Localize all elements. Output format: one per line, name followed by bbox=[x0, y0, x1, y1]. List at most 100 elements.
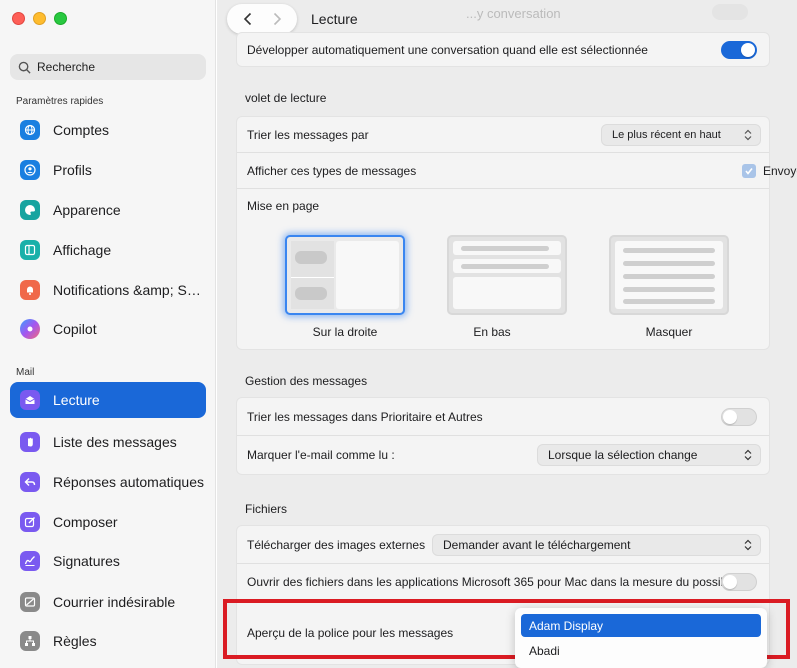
font-option-abadi[interactable]: Abadi bbox=[521, 639, 761, 662]
sort-select[interactable]: Le plus récent en haut bbox=[601, 123, 761, 146]
sidebar-item-lecture[interactable]: Lecture bbox=[10, 382, 206, 418]
envelope-open-icon bbox=[20, 390, 40, 410]
auto-expand-label: Développer automatiquement une conversat… bbox=[247, 43, 648, 57]
sidebar-item-label: Copilot bbox=[53, 321, 97, 337]
download-label: Télécharger des images externes bbox=[247, 537, 426, 552]
show-types-label: Afficher ces types de messages bbox=[247, 163, 417, 178]
sent-checkbox[interactable] bbox=[742, 164, 756, 178]
message-mgmt-section-title: Gestion des messages bbox=[245, 374, 368, 388]
download-value: Demander avant le téléchargement bbox=[443, 537, 631, 552]
palette-icon bbox=[20, 200, 40, 220]
layout-hide-thumbnail bbox=[609, 235, 729, 315]
sidebar-item-label: Liste des messages bbox=[53, 434, 177, 450]
reply-icon bbox=[20, 472, 40, 492]
hand-icon bbox=[20, 432, 40, 452]
layout-picker: Mise en page Sur la droite En bas Masque… bbox=[237, 189, 769, 349]
junk-icon bbox=[20, 592, 40, 612]
layout-right-label: Sur la droite bbox=[312, 325, 378, 339]
focused-label: Trier les messages dans Prioritaire et A… bbox=[247, 409, 483, 424]
sidebar-item-label: Règles bbox=[53, 633, 97, 649]
layout-option-right[interactable]: Sur la droite bbox=[285, 235, 405, 339]
sidebar-item-liste-messages[interactable]: Liste des messages bbox=[10, 424, 206, 460]
section-label-mail: Mail bbox=[16, 367, 35, 378]
layout-right-thumbnail bbox=[285, 235, 405, 315]
open-files-row: Ouvrir des fichiers dans les application… bbox=[237, 564, 769, 600]
sent-checkbox-label: Envoyé bbox=[763, 164, 797, 178]
minimize-window-button[interactable] bbox=[33, 12, 46, 25]
open-files-label: Ouvrir des fichiers dans les application… bbox=[247, 574, 737, 589]
navigation-buttons bbox=[227, 4, 297, 34]
focused-toggle[interactable] bbox=[721, 407, 757, 426]
sidebar-item-signatures[interactable]: Signatures bbox=[10, 543, 206, 579]
chevron-updown-icon bbox=[744, 449, 752, 461]
person-icon bbox=[20, 160, 40, 180]
mark-read-select[interactable]: Lorsque la sélection change bbox=[537, 444, 761, 466]
layout-label: Mise en page bbox=[247, 199, 320, 213]
settings-main: ...y conversation Lecture Développer aut… bbox=[217, 0, 797, 668]
zoom-window-button[interactable] bbox=[54, 12, 67, 25]
mark-read-label: Marquer l'e-mail comme lu : bbox=[247, 448, 395, 462]
conversation-card: Développer automatiquement une conversat… bbox=[236, 32, 770, 67]
forward-icon[interactable] bbox=[272, 12, 282, 26]
sidebar-item-regles[interactable]: Règles bbox=[10, 623, 206, 659]
sidebar-item-label: Profils bbox=[53, 162, 92, 178]
font-dropdown-menu[interactable]: Adam Display Abadi bbox=[515, 608, 767, 668]
sidebar-item-composer[interactable]: Composer bbox=[10, 504, 206, 540]
sidebar-item-label: Lecture bbox=[53, 392, 100, 408]
sidebar-item-reponses-auto[interactable]: Réponses automatiques bbox=[10, 464, 206, 500]
focused-row: Trier les messages dans Prioritaire et A… bbox=[237, 398, 769, 436]
mark-read-value: Lorsque la sélection change bbox=[548, 448, 698, 462]
auto-expand-toggle[interactable] bbox=[721, 41, 757, 59]
sidebar-item-label: Composer bbox=[53, 514, 118, 530]
sidebar-item-copilot[interactable]: Copilot bbox=[10, 311, 206, 347]
signature-icon bbox=[20, 551, 40, 571]
search-icon bbox=[18, 61, 31, 74]
sidebar-item-label: Comptes bbox=[53, 122, 110, 138]
search-field[interactable] bbox=[10, 54, 206, 80]
bell-icon bbox=[20, 280, 40, 300]
auto-expand-row: Développer automatiquement une conversat… bbox=[237, 33, 769, 67]
copilot-icon bbox=[20, 319, 40, 339]
mark-read-row: Marquer l'e-mail comme lu : Lorsque la s… bbox=[237, 436, 769, 474]
faded-row-label: ...y conversation bbox=[466, 6, 561, 21]
sidebar: Paramètres rapides Comptes Profils Appar… bbox=[0, 0, 216, 668]
layout-option-bottom[interactable]: En bas bbox=[447, 235, 567, 339]
sidebar-item-label: Courrier indésirable bbox=[53, 594, 176, 610]
sidebar-item-apparence[interactable]: Apparence bbox=[10, 192, 206, 228]
download-select[interactable]: Demander avant le téléchargement bbox=[432, 533, 761, 556]
window-controls bbox=[12, 12, 67, 25]
close-window-button[interactable] bbox=[12, 12, 25, 25]
sidebar-item-notifications[interactable]: Notifications &amp; Sou... bbox=[10, 272, 206, 308]
reading-pane-card: Trier les messages par Le plus récent en… bbox=[236, 116, 797, 350]
sidebar-item-label: Réponses automatiques bbox=[53, 474, 204, 490]
layout-bottom-label: En bas bbox=[473, 325, 511, 339]
show-types-row: Afficher ces types de messages Envoyé bbox=[237, 153, 797, 189]
sort-value: Le plus récent en haut bbox=[612, 128, 721, 141]
sidebar-item-affichage[interactable]: Affichage bbox=[10, 232, 206, 268]
rules-icon bbox=[20, 631, 40, 651]
message-mgmt-card: Trier les messages dans Prioritaire et A… bbox=[236, 397, 770, 475]
layout-bottom-thumbnail bbox=[447, 235, 567, 315]
checkmark-icon bbox=[745, 168, 753, 175]
sidebar-item-profils[interactable]: Profils bbox=[10, 152, 206, 188]
sidebar-item-label: Apparence bbox=[53, 202, 121, 218]
sidebar-item-label: Notifications &amp; Sou... bbox=[53, 282, 206, 298]
sidebar-item-label: Affichage bbox=[53, 242, 112, 258]
open-files-toggle[interactable] bbox=[721, 572, 757, 591]
back-icon[interactable] bbox=[243, 12, 253, 26]
sidebar-item-comptes[interactable]: Comptes bbox=[10, 112, 206, 148]
page-title: Lecture bbox=[311, 11, 358, 27]
download-row: Télécharger des images externes Demander… bbox=[237, 526, 769, 564]
chevron-updown-icon bbox=[744, 129, 752, 140]
layout-icon bbox=[20, 240, 40, 260]
layout-option-hide[interactable]: Masquer bbox=[609, 235, 729, 339]
sidebar-item-label: Signatures bbox=[53, 553, 120, 569]
globe-icon bbox=[20, 120, 40, 140]
files-section-title: Fichiers bbox=[245, 502, 288, 516]
section-label-quick: Paramètres rapides bbox=[16, 96, 104, 107]
sort-row: Trier les messages par Le plus récent en… bbox=[237, 117, 769, 153]
reading-pane-section-title: volet de lecture bbox=[245, 91, 327, 105]
font-option-adam-display[interactable]: Adam Display bbox=[521, 614, 761, 637]
sidebar-item-courrier-indesirable[interactable]: Courrier indésirable bbox=[10, 584, 206, 620]
search-input[interactable] bbox=[37, 60, 197, 74]
